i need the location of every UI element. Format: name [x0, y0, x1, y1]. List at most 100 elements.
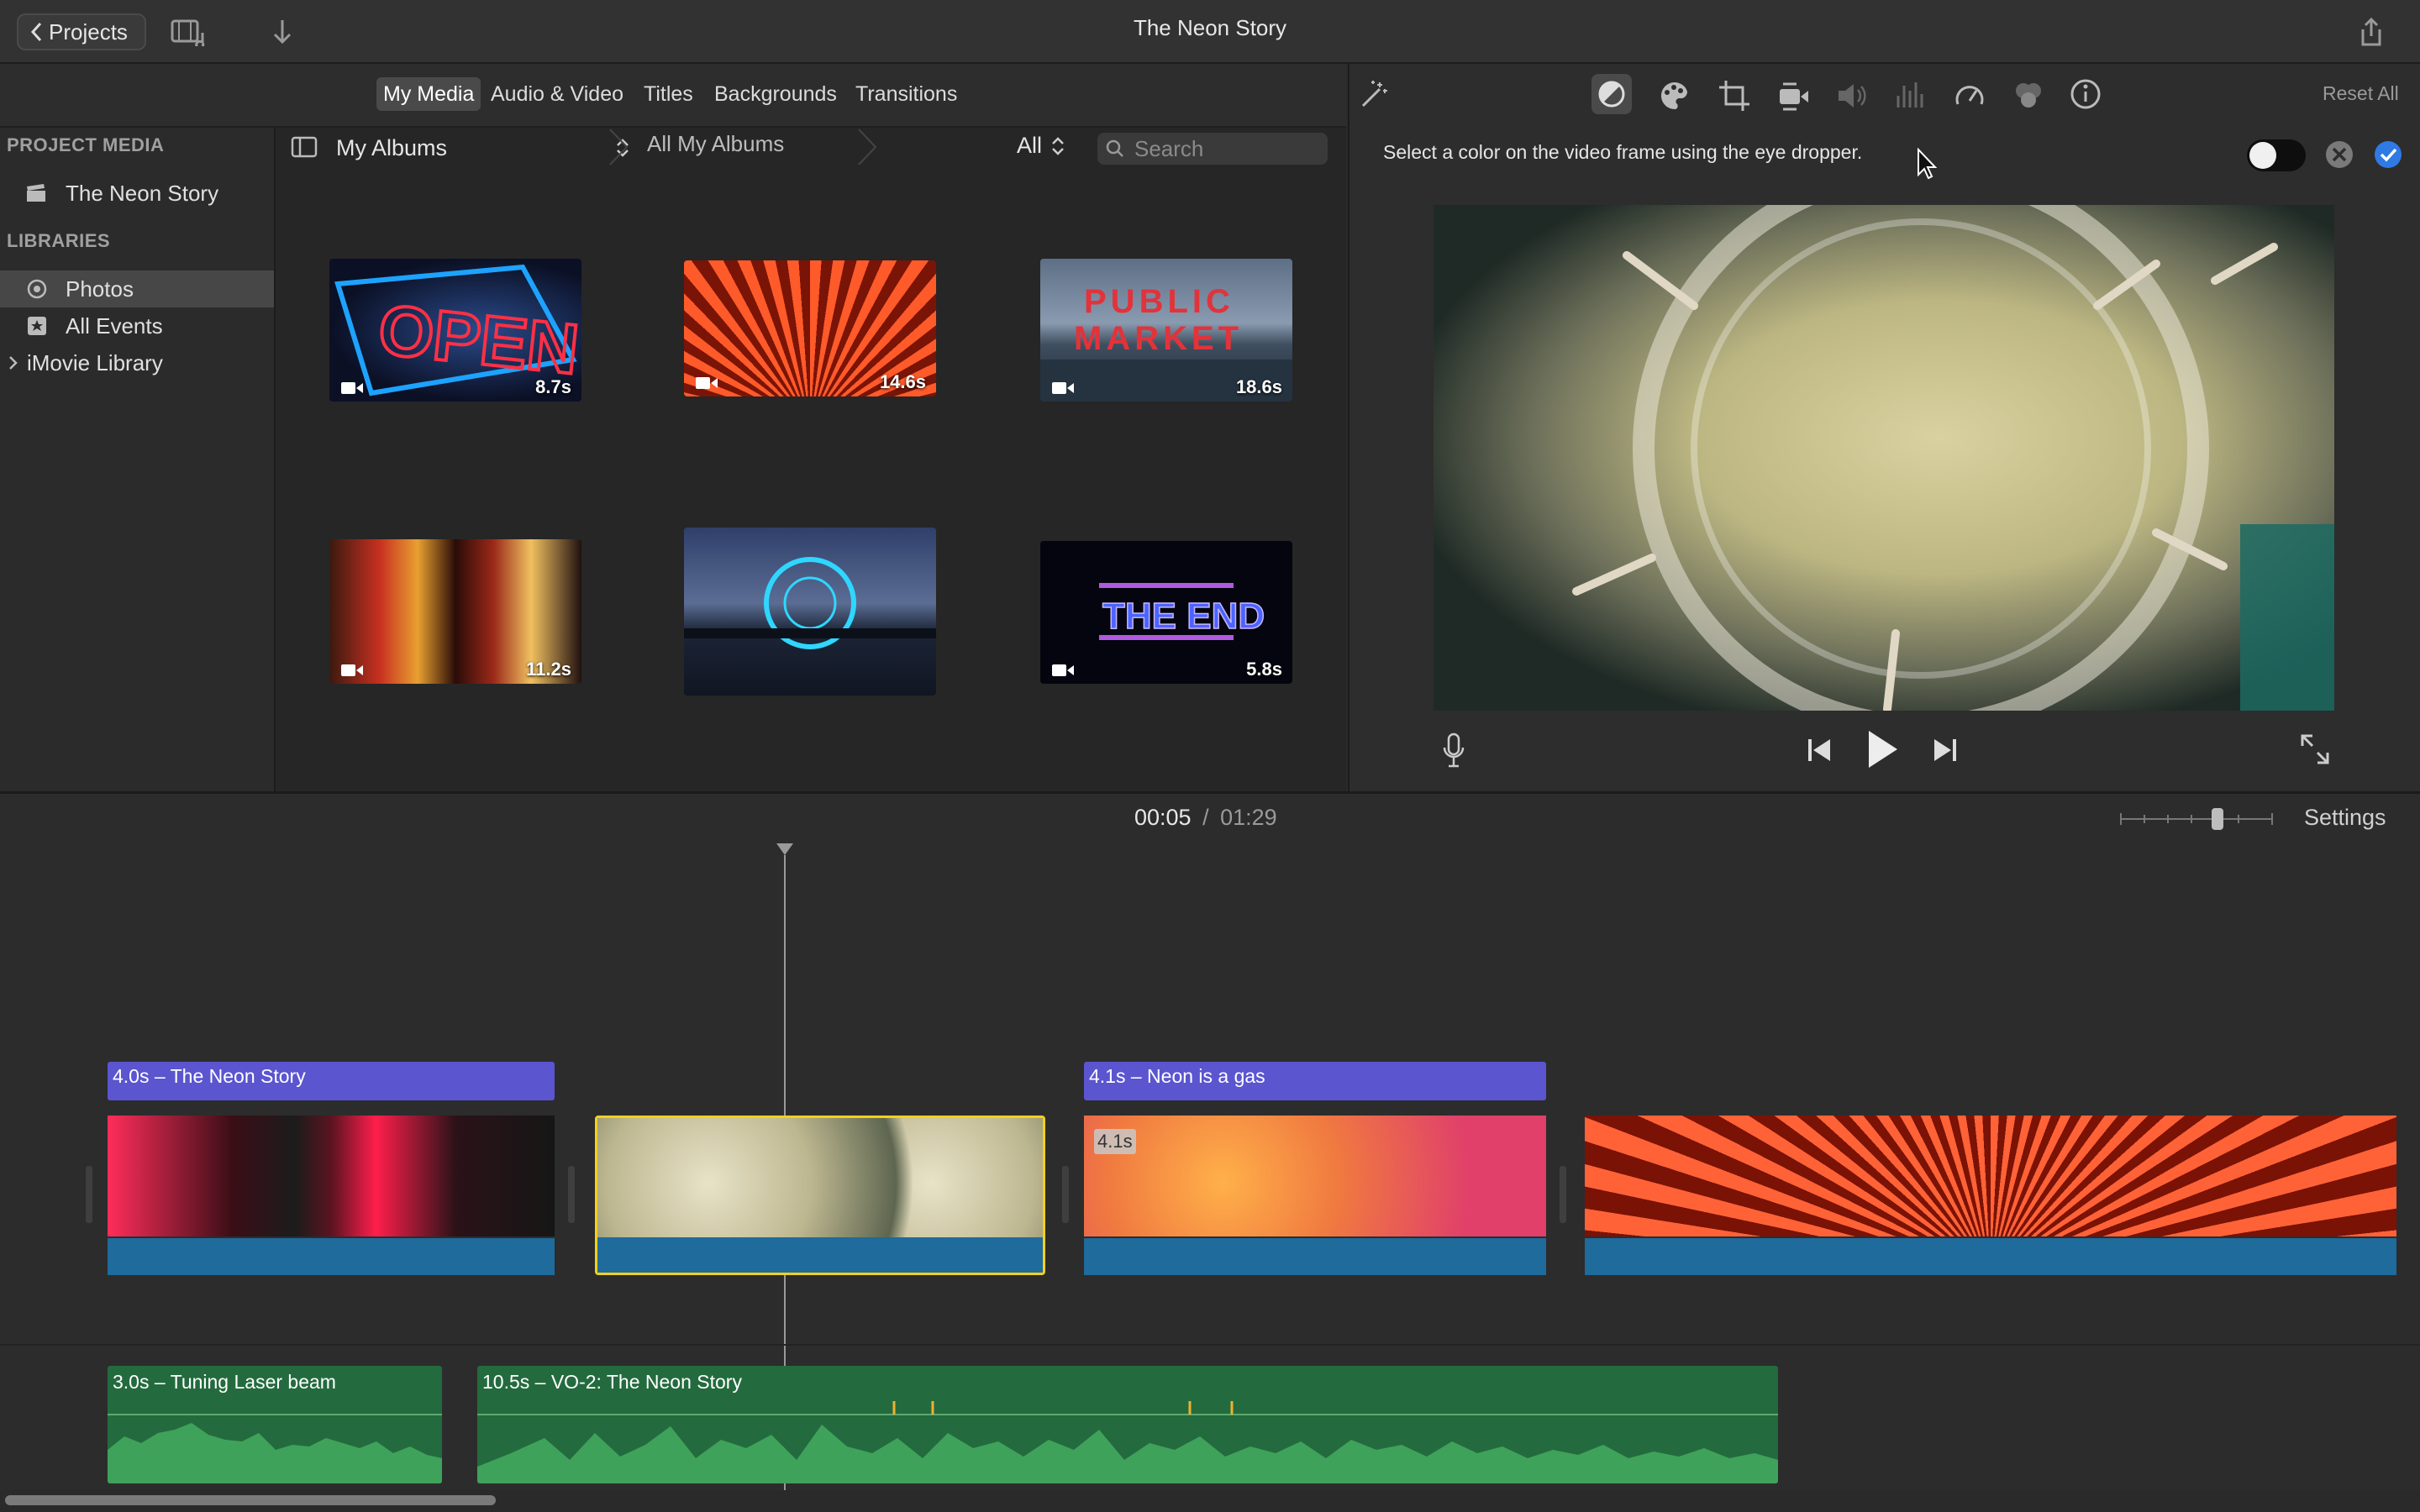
svg-text:OPEN: OPEN — [375, 290, 581, 389]
clip-audio-strip — [1084, 1238, 1546, 1275]
tab-my-media[interactable]: My Media — [376, 77, 481, 111]
timeline-video-clip[interactable]: 4.1s — [1084, 1116, 1546, 1275]
apply-checkmark-icon[interactable] — [2373, 139, 2403, 170]
tab-backgrounds[interactable]: Backgrounds — [708, 77, 844, 111]
svg-text:THE END: THE END — [1102, 596, 1265, 637]
sidebar-imovie-library-label: iMovie Library — [27, 349, 163, 375]
timeline-settings-button[interactable]: Settings — [2304, 805, 2386, 831]
title-bar: Projects The Neon Story — [0, 0, 2420, 64]
timeline-video-clip[interactable] — [1585, 1116, 2396, 1275]
projects-back-button[interactable]: Projects — [17, 13, 146, 50]
neon-dome-frames-image — [1585, 1116, 2396, 1236]
sidebar-item-all-events[interactable]: All Events — [0, 307, 274, 344]
clip-thumbnail[interactable]: 11.2s — [329, 539, 581, 684]
clip-gap-handle[interactable] — [568, 1166, 575, 1223]
filter-select[interactable]: All — [1017, 133, 1065, 159]
photos-icon — [27, 279, 47, 299]
sidebar-item-imovie-library[interactable]: iMovie Library — [0, 344, 274, 381]
album-selector-label: My Albums — [336, 134, 448, 160]
total-time: 01:29 — [1220, 805, 1277, 830]
laser-frames-image — [108, 1116, 555, 1236]
skip-back-icon[interactable] — [1807, 736, 1833, 764]
clip-gap-handle[interactable] — [1560, 1166, 1566, 1223]
timeline-video-clip[interactable] — [108, 1116, 555, 1275]
mouse-pointer-icon — [1918, 148, 1938, 180]
track-divider — [0, 1344, 2420, 1346]
sidebar-item-project[interactable]: The Neon Story — [0, 175, 274, 212]
star-icon — [28, 317, 46, 335]
match-color-toggle[interactable] — [2247, 139, 2306, 171]
gas-frames-image — [1084, 1116, 1546, 1236]
clip-audio-strip — [597, 1237, 1043, 1273]
share-icon[interactable] — [2354, 13, 2388, 50]
timecode-display: 00:05 / 01:29 — [1134, 805, 1277, 831]
current-time: 00:05 — [1134, 805, 1192, 830]
clip-duration: 8.7s — [535, 376, 571, 397]
title-clip[interactable]: 4.1s – Neon is a gas — [1084, 1062, 1546, 1100]
selected-video-clip[interactable] — [595, 1116, 1045, 1275]
color-balance-button[interactable] — [1591, 74, 1632, 114]
clip-thumbnail[interactable]: 14.6s — [684, 260, 936, 396]
tab-transitions[interactable]: Transitions — [849, 77, 964, 111]
timecode-separator: / — [1202, 805, 1209, 830]
sidebar-item-photos[interactable]: Photos — [0, 270, 274, 307]
svg-text:PUBLIC: PUBLIC — [1084, 283, 1234, 320]
cancel-icon[interactable] — [2324, 139, 2354, 170]
video-camera-icon — [1052, 382, 1074, 394]
breadcrumb-separator-icon — [609, 129, 629, 165]
clip-audio-strip — [1585, 1238, 2396, 1275]
media-browser-toggle-icon[interactable] — [168, 17, 215, 47]
stabilization-icon[interactable] — [1776, 79, 1810, 113]
clip-duration-badge: 4.1s — [1094, 1129, 1136, 1154]
sidebar-toggle-icon[interactable] — [291, 136, 318, 158]
title-clip[interactable]: 4.0s – The Neon Story — [108, 1062, 555, 1100]
tab-audio-video[interactable]: Audio & Video — [484, 77, 630, 111]
search-placeholder: Search — [1134, 135, 1204, 161]
clip-audio-strip — [108, 1238, 555, 1275]
audio-clip-label: 10.5s – VO-2: The Neon Story — [482, 1371, 742, 1393]
jar-frames-image — [597, 1118, 1043, 1237]
volume-icon[interactable] — [1835, 79, 1869, 113]
import-icon[interactable] — [267, 15, 297, 49]
skip-forward-icon[interactable] — [1931, 736, 1958, 764]
horizontal-scrollbar-thumb[interactable] — [5, 1495, 496, 1505]
preview-image — [1434, 205, 2334, 711]
info-icon[interactable] — [2069, 77, 2102, 111]
reset-all-button[interactable]: Reset All — [2323, 82, 2399, 105]
libraries-sidebar: PROJECT MEDIA The Neon Story LIBRARIES P… — [0, 128, 276, 791]
updown-chevron-icon — [1052, 136, 1064, 155]
crop-icon[interactable] — [1718, 79, 1751, 113]
clip-thumbnail[interactable] — [684, 528, 936, 696]
color-balance-icon — [1598, 81, 1625, 108]
play-icon[interactable] — [1865, 729, 1899, 769]
zoom-slider[interactable] — [2119, 806, 2274, 832]
video-preview-frame[interactable] — [1434, 205, 2334, 711]
search-field[interactable]: Search — [1097, 133, 1328, 165]
clip-thumbnail[interactable]: OPEN 8.7s — [329, 259, 581, 402]
equalizer-icon[interactable] — [1894, 79, 1928, 113]
clip-gap-handle[interactable] — [1062, 1166, 1069, 1223]
clip-filter-icon[interactable] — [2012, 79, 2045, 113]
microphone-icon[interactable] — [1442, 732, 1465, 769]
audio-clip[interactable]: 10.5s – VO-2: The Neon Story — [477, 1366, 1778, 1483]
clip-gap-handle[interactable] — [86, 1166, 92, 1223]
sidebar-project-label: The Neon Story — [66, 180, 219, 206]
magic-wand-icon[interactable] — [1356, 77, 1390, 111]
album-selector[interactable]: My Albums — [336, 133, 630, 163]
zoom-slider-track — [2120, 808, 2273, 830]
albums-bar: My Albums All My Albums All Search — [277, 128, 1346, 166]
sidebar-all-events-label: All Events — [66, 312, 163, 339]
breadcrumb-all-my-albums[interactable]: All My Albums — [647, 131, 784, 157]
sidebar-photos-label: Photos — [66, 276, 134, 302]
speed-icon[interactable] — [1953, 79, 1986, 113]
fullscreen-icon[interactable] — [2299, 732, 2331, 766]
video-camera-icon — [1052, 664, 1074, 676]
tab-titles[interactable]: Titles — [637, 77, 700, 111]
clip-thumbnail[interactable]: PUBLIC MARKET 18.6s — [1040, 259, 1292, 402]
clip-duration: 14.6s — [879, 371, 926, 392]
clip-thumbnail[interactable]: THE END 5.8s — [1040, 541, 1292, 684]
audio-clip[interactable]: 3.0s – Tuning Laser beam — [108, 1366, 442, 1483]
video-camera-icon — [696, 377, 718, 389]
filter-select-label: All — [1017, 133, 1043, 158]
color-palette-icon[interactable] — [1657, 79, 1691, 113]
